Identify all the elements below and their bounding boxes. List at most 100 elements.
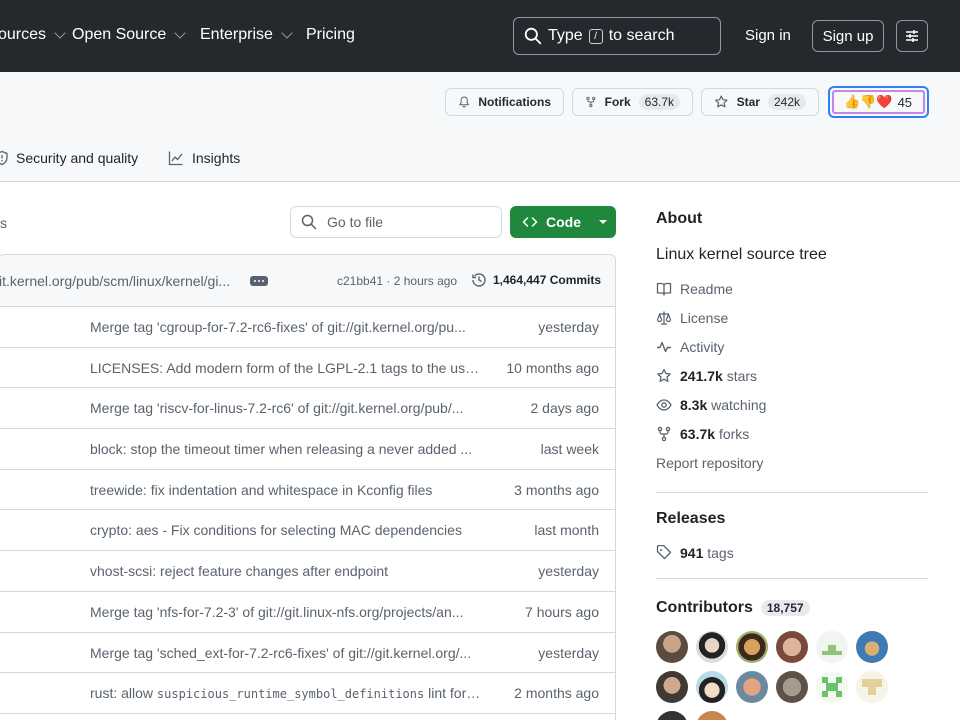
commit-time: 2 days ago [530,400,600,417]
forks-count: 63.7k [680,426,716,442]
commit-message[interactable]: rust: allow suspicious_runtime_symbol_de… [90,685,482,701]
watching-link[interactable]: 8.3k watching [656,397,766,413]
avatar[interactable] [656,671,688,703]
table-row: crypto: aes - Fix conditions for selecti… [0,510,615,552]
commit-time: last week [540,441,599,458]
commit-time: 3 months ago [514,481,599,498]
identicon-icon [822,645,842,655]
latest-commit-message[interactable]: it.kernel.org/pub/scm/linux/kernel/gi... [0,273,230,289]
table-row: Merge tag 'riscv-for-linus-7.2-rc6' of g… [0,388,615,430]
contributors-title: Contributors [656,599,753,616]
divider [656,578,928,579]
commit-message[interactable]: treewide: fix indentation and whitespace… [90,482,482,498]
reactions-button[interactable]: 👍👎❤️ 45 [828,86,929,118]
tags-label: tags [707,545,734,561]
avatar[interactable] [656,711,688,720]
ellipsis-icon[interactable] [250,276,268,286]
search-icon [301,214,317,230]
nav-item-pricing[interactable]: Pricing [306,26,355,44]
stars-link[interactable]: 241.7k stars [656,368,757,384]
tab-security[interactable]: Security and quality [0,150,138,166]
notifications-label: Notifications [478,95,551,109]
graph-icon [168,151,183,166]
branch-info-fragment[interactable]: s [0,215,7,231]
stars-label: stars [726,368,758,384]
nav-item-resources[interactable]: ources [0,26,66,44]
license-link[interactable]: License [656,310,728,326]
forks-link[interactable]: 63.7k forks [656,426,749,442]
contributors-heading[interactable]: Contributors 18,757 [656,599,810,617]
sign-in-link[interactable]: Sign in [745,27,791,44]
code-icon [522,217,538,227]
fork-button[interactable]: Fork 63.7k [572,88,693,116]
commit-message[interactable]: crypto: aes - Fix conditions for selecti… [90,522,482,538]
commit-message[interactable]: LICENSES: Add modern form of the LGPL-2.… [90,360,482,376]
commit-time: 2 months ago [514,685,599,702]
table-row: rust: allow suspicious_runtime_symbol_de… [0,673,615,714]
fork-label: Fork [604,95,631,109]
releases-heading[interactable]: Releases [656,510,725,528]
license-label: License [680,310,729,326]
table-row: block: stop the timeout timer when relea… [0,429,615,470]
commit-message[interactable]: vhost-scsi: reject feature changes after… [90,563,482,579]
activity-link[interactable]: Activity [656,339,724,355]
watching-count: 8.3k [680,397,708,413]
commit-message[interactable]: Merge tag 'cgroup-for-7.2-rc6-fixes' of … [90,319,482,335]
star-button[interactable]: Star 242k [701,88,819,116]
notifications-button[interactable]: Notifications [445,88,564,116]
pulse-icon [657,341,671,353]
search-text-prefix: Type [548,27,583,44]
book-icon [656,282,672,296]
top-navigation-bar: ources Open Source Enterprise Pricing Ty… [0,0,960,72]
file-list: it.kernel.org/pub/scm/linux/kernel/gi...… [0,254,616,720]
avatar[interactable] [696,631,728,663]
latest-commit-hash[interactable]: c21bb41 · 2 hours ago [337,274,457,288]
table-row: Merge tag 'sched_ext-for-7.2-rc6-fixes' … [0,633,615,674]
menu-button[interactable] [896,20,928,52]
commit-message[interactable]: Merge tag 'nfs-for-7.2-3' of git://git.l… [90,604,482,620]
chevron-down-icon [54,26,66,39]
commit-count-label: 1,464,447 Commits [493,273,602,287]
commit-message[interactable]: Merge tag 'sched_ext-for-7.2-rc6-fixes' … [90,645,482,661]
avatar[interactable] [736,631,768,663]
commits-link[interactable]: 1,464,447 Commits [471,272,601,288]
commit-time: yesterday [538,319,599,335]
go-to-file-input[interactable]: Go to file [290,206,502,238]
commit-message-code: suspicious_runtime_symbol_definitions [156,687,425,702]
avatar[interactable] [696,671,728,703]
avatar[interactable] [776,631,808,663]
code-button[interactable]: Code [510,206,616,238]
releases-title: Releases [656,510,726,527]
readme-link[interactable]: Readme [656,281,733,297]
nav-item-open-source[interactable]: Open Source [72,26,186,44]
commit-message[interactable]: Merge tag 'riscv-for-linus-7.2-rc6' of g… [90,400,482,416]
avatar[interactable] [736,671,768,703]
bell-icon [459,96,470,108]
caret-down-icon [599,220,607,224]
sign-up-button[interactable]: Sign up [812,20,884,52]
avatar[interactable] [816,671,848,703]
search-text-suffix: to search [608,27,675,44]
watching-label: watching [711,397,767,413]
tab-insights[interactable]: Insights [168,150,240,166]
avatar[interactable] [776,671,808,703]
reactions-count: 45 [897,94,913,110]
avatar[interactable] [856,631,888,663]
table-row: treewide: fix indentation and whitespace… [0,470,615,511]
avatar[interactable] [816,631,848,663]
tab-label: Insights [192,150,241,166]
avatar[interactable] [696,711,728,720]
commit-time: yesterday [538,644,599,661]
latest-commit-bar: it.kernel.org/pub/scm/linux/kernel/gi...… [0,255,615,307]
avatar[interactable] [856,671,888,703]
eye-icon [656,399,672,411]
nav-item-enterprise[interactable]: Enterprise [200,26,293,44]
search-input[interactable]: Type / to search [513,17,721,55]
report-repository-link[interactable]: Report repository [656,455,763,471]
commit-time: 7 hours ago [525,603,599,620]
tags-link[interactable]: 941 tags [656,545,734,561]
star-icon [715,95,728,108]
avatar[interactable] [656,631,688,663]
tags-count: 941 [680,545,704,561]
commit-message[interactable]: block: stop the timeout timer when relea… [90,441,482,457]
